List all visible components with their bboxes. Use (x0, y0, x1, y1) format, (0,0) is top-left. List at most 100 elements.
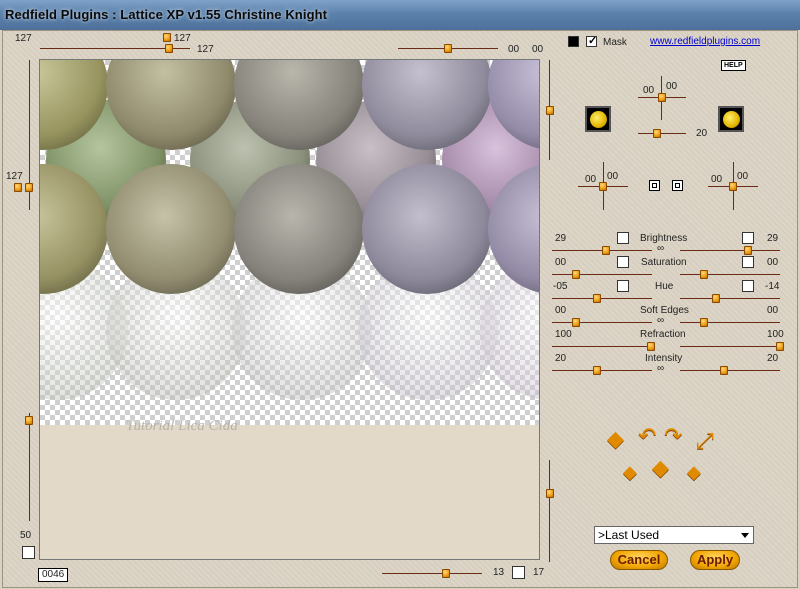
window-title: Redfield Plugins : Lattice XP v1.55 Chri… (5, 7, 328, 22)
mask-checkbox[interactable]: ✓ (586, 35, 598, 47)
intensity-left-knob[interactable] (593, 366, 601, 375)
right-cross-knob[interactable] (729, 182, 737, 191)
dice-random-icon[interactable]: ◆ (652, 457, 669, 479)
link-icon[interactable]: ∞ (657, 315, 664, 326)
refraction-left-track[interactable] (552, 346, 652, 347)
bottom-checkbox[interactable] (512, 566, 525, 579)
top-left-value: 127 (15, 33, 32, 44)
counter-field[interactable]: 0046 (38, 568, 69, 582)
brightness-right-value: 29 (767, 233, 779, 244)
bottom-value-b: 17 (533, 567, 545, 578)
saturation-left-knob[interactable] (572, 270, 580, 279)
saturation-left-track[interactable] (552, 274, 652, 275)
hue-right-track[interactable] (680, 298, 780, 299)
bottom-value-a: 13 (493, 567, 505, 578)
saturation-left-value: 00 (555, 257, 567, 268)
flip-vertical-icon[interactable]: ◆ (607, 428, 624, 450)
help-button[interactable]: HELP (721, 60, 746, 71)
left-lower-slider-track[interactable] (29, 413, 30, 521)
sphere-gray (234, 164, 364, 294)
soft-edges-left-knob[interactable] (572, 318, 580, 327)
right-vertical-knob[interactable] (546, 106, 554, 115)
intensity-right-track[interactable] (680, 370, 780, 371)
rotate-left-icon[interactable]: ↶ (638, 425, 656, 447)
hue-left-knob[interactable] (593, 294, 601, 303)
align-center-icon[interactable] (649, 180, 660, 191)
brightness-right-knob[interactable] (744, 246, 752, 255)
hue-right-knob[interactable] (712, 294, 720, 303)
right-light-color[interactable] (718, 106, 744, 132)
left-knob-a[interactable] (14, 183, 22, 192)
title-bar: Redfield Plugins : Lattice XP v1.55 Chri… (0, 0, 800, 30)
dice-small-icon[interactable]: ◆ (623, 461, 637, 483)
link-icon[interactable]: ∞ (657, 243, 664, 254)
bottom-slider-knob[interactable] (442, 569, 450, 578)
left-bottom-value: 50 (20, 530, 32, 541)
light-top-a: 00 (643, 85, 655, 96)
intensity-right-knob[interactable] (720, 366, 728, 375)
left-cross-a: 00 (585, 174, 597, 185)
bottom-slider-track[interactable] (382, 573, 482, 574)
hue-right-checkbox[interactable] (742, 280, 754, 292)
brightness-left-knob[interactable] (602, 246, 610, 255)
intensity-right-value: 20 (767, 353, 779, 364)
mask-label: Mask (603, 37, 627, 48)
color-box[interactable] (568, 36, 579, 47)
check-icon: ✓ (588, 35, 598, 47)
light-bottom-track[interactable] (638, 133, 686, 134)
left-cross-b: 00 (607, 171, 619, 182)
hue-left-track[interactable] (552, 298, 652, 299)
sphere-khaki (106, 164, 236, 294)
right-lower-vertical-knob[interactable] (546, 489, 554, 498)
light-bottom-knob[interactable] (653, 129, 661, 138)
chevron-down-icon (741, 533, 749, 538)
preview-panel[interactable]: Tutorial Lica Cida (39, 59, 540, 560)
intensity-left-track[interactable] (552, 370, 652, 371)
hue-left-value: -05 (553, 281, 568, 292)
rotate-right-icon[interactable]: ↷ (664, 425, 682, 447)
soft-edges-label: Soft Edges (640, 305, 689, 316)
cancel-button[interactable]: Cancel (610, 550, 668, 570)
link-icon[interactable]: ∞ (657, 363, 664, 374)
soft-edges-right-track[interactable] (680, 322, 780, 323)
refraction-right-track[interactable] (680, 346, 780, 347)
left-bottom-checkbox[interactable] (22, 546, 35, 559)
align-center-icon[interactable] (672, 180, 683, 191)
left-cross-knob[interactable] (599, 182, 607, 191)
saturation-right-knob[interactable] (700, 270, 708, 279)
sphere-lavender (362, 164, 492, 294)
top-slider-knob[interactable] (165, 44, 173, 53)
light-bottom-value: 20 (696, 128, 708, 139)
left-light-color[interactable] (585, 106, 611, 132)
refraction-label: Refraction (640, 329, 686, 340)
saturation-left-checkbox[interactable] (617, 256, 629, 268)
soft-edges-right-knob[interactable] (700, 318, 708, 327)
dice-small-icon[interactable]: ◆ (687, 461, 701, 483)
refraction-left-knob[interactable] (647, 342, 655, 351)
left-knob-b[interactable] (25, 183, 33, 192)
right-cross-a: 00 (711, 174, 723, 185)
right-lower-vertical-track[interactable] (549, 460, 550, 562)
watermark-text: Tutorial Lica Cida (126, 418, 238, 434)
refraction-left-value: 100 (555, 329, 572, 340)
saturation-right-checkbox[interactable] (742, 256, 754, 268)
brightness-right-checkbox[interactable] (742, 232, 754, 244)
top-slider-value: 127 (197, 44, 214, 55)
website-link[interactable]: www.redfieldplugins.com (650, 36, 760, 47)
saturation-right-track[interactable] (680, 274, 780, 275)
apply-button[interactable]: Apply (690, 550, 740, 570)
left-lower-knob[interactable] (25, 416, 33, 425)
hue-left-checkbox[interactable] (617, 280, 629, 292)
light-top-b: 00 (666, 81, 678, 92)
preset-dropdown[interactable]: >Last Used (594, 526, 754, 544)
preset-selected: >Last Used (598, 528, 660, 542)
hue-label: Hue (655, 281, 674, 292)
light-cross-knob[interactable] (658, 93, 666, 102)
brightness-right-track[interactable] (680, 250, 780, 251)
resize-arrow-icon[interactable]: ⤢ (696, 430, 714, 452)
brightness-left-checkbox[interactable] (617, 232, 629, 244)
top-knob[interactable] (163, 33, 171, 42)
refraction-right-knob[interactable] (776, 342, 784, 351)
soft-edges-left-track[interactable] (552, 322, 652, 323)
top-right-slider-knob[interactable] (444, 44, 452, 53)
